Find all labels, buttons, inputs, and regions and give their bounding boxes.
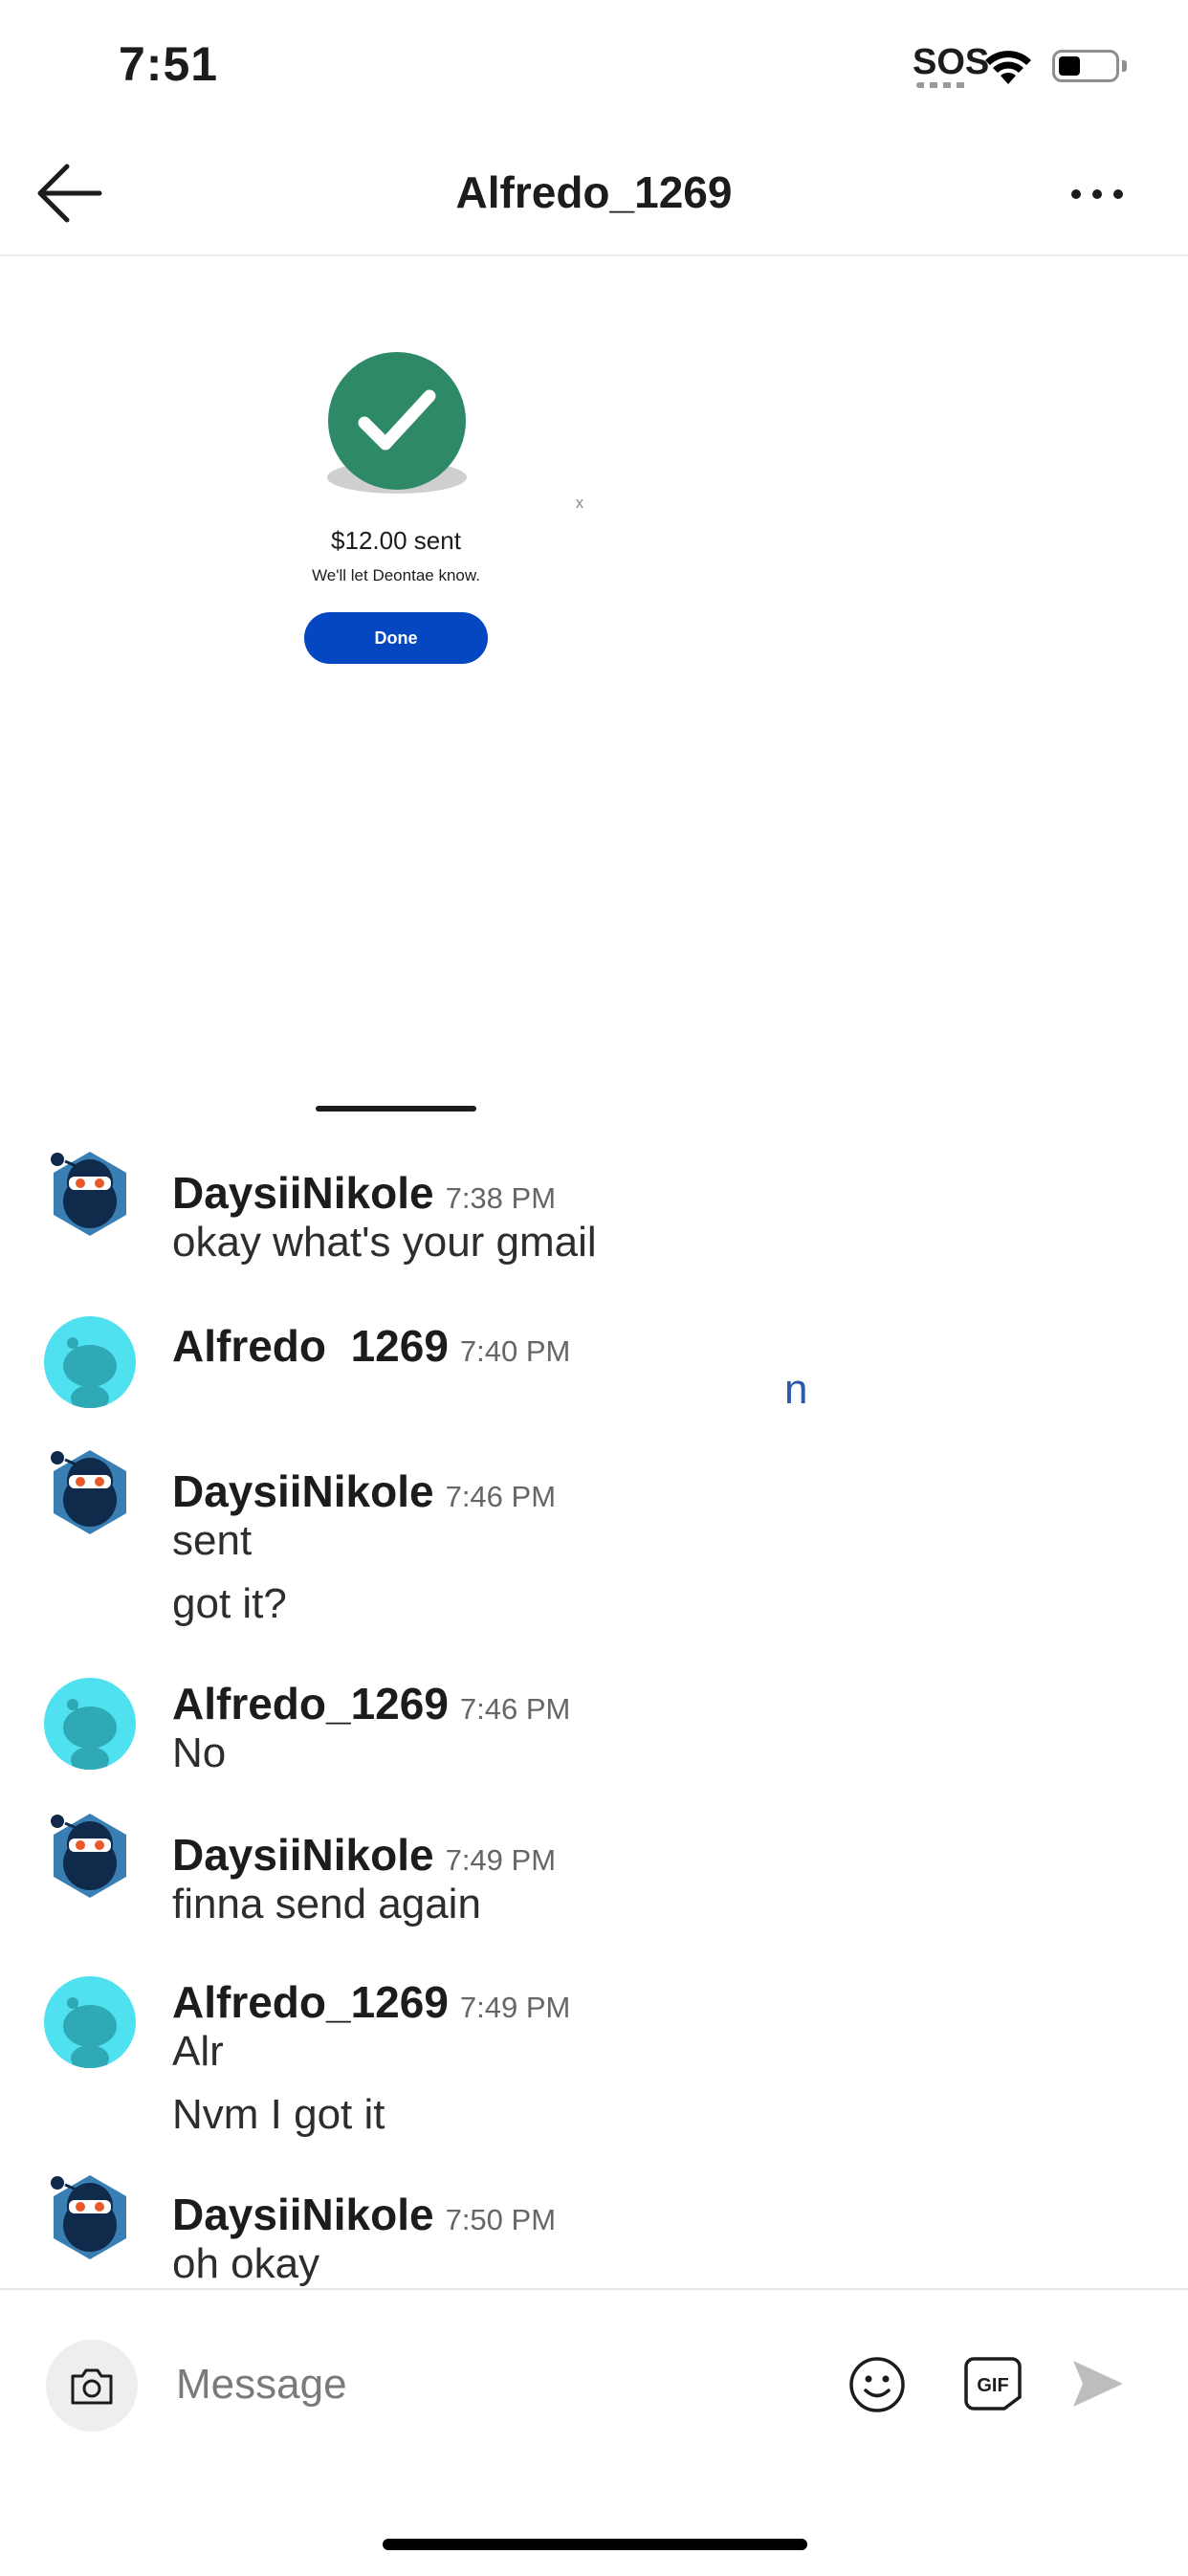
message-time: 7:49 PM [445, 1843, 557, 1877]
camera-icon [71, 2368, 113, 2405]
message-time: 7:50 PM [445, 2203, 557, 2236]
signal-dots-icon [916, 82, 966, 88]
sender-name[interactable]: DaysiiNikole 7:49 PM [172, 1829, 556, 1881]
sender-name[interactable]: DaysiiNikole 7:46 PM [172, 1465, 556, 1517]
gif-button[interactable]: GIF [962, 2355, 1023, 2412]
sender-name[interactable]: Alfredo_1269 7:49 PM [172, 1976, 570, 2028]
send-icon[interactable] [1069, 2357, 1127, 2411]
wifi-icon [985, 51, 1031, 84]
message-composer: GIF [0, 2288, 1188, 2576]
message-group: DaysiiNikole 7:50 PM oh okay [0, 2171, 1188, 2288]
snoo-icon[interactable] [44, 1316, 136, 1408]
sender-name[interactable]: DaysiiNikole 7:38 PM [172, 1167, 556, 1219]
sender-name[interactable]: Alfredo_1269 7:46 PM [172, 1678, 570, 1729]
message-time: 7:38 PM [445, 1181, 557, 1215]
sender-name[interactable]: DaysiiNikole 7:50 PM [172, 2189, 556, 2240]
message-text: got it? [172, 1580, 287, 1627]
message-text: oh okay [172, 2240, 320, 2287]
message-text: okay what's your gmail [172, 1219, 597, 1266]
message-text: Alr [172, 2028, 224, 2075]
message-time: 7:46 PM [459, 1692, 571, 1726]
snoo-icon[interactable] [44, 1678, 136, 1770]
message-text: No [172, 1729, 227, 1776]
emoji-icon[interactable] [847, 2355, 907, 2414]
sos-indicator: SOS [913, 42, 990, 82]
ninja-snoo-icon[interactable] [44, 1148, 136, 1240]
payment-screenshot-image[interactable]: ˣ $12.00 sent We'll let Deontae know. Do… [0, 256, 1188, 1117]
checkmark-icon [328, 352, 466, 490]
ninja-snoo-icon[interactable] [44, 2171, 136, 2263]
gif-icon: GIF [964, 2357, 1022, 2411]
message-time: 7:49 PM [459, 1991, 571, 2024]
snoo-icon[interactable] [44, 1976, 136, 2068]
sender-name[interactable]: Alfredo_1269 7:40 PM [172, 1320, 570, 1364]
message-text: Nvm I got it [172, 2091, 385, 2138]
done-button: Done [304, 612, 488, 664]
battery-icon [1052, 50, 1119, 82]
status-bar: 7:51 SOS [0, 0, 1188, 134]
chat-title: Alfredo_1269 [455, 167, 733, 217]
message-time: 7:46 PM [445, 1480, 557, 1513]
gif-label: GIF [977, 2375, 1008, 2396]
ninja-snoo-icon[interactable] [44, 1810, 136, 1902]
camera-button[interactable] [46, 2340, 138, 2432]
payment-amount: $12.00 sent [331, 526, 461, 555]
ninja-snoo-icon[interactable] [44, 1446, 136, 1538]
message-time: 7:40 PM [459, 1334, 571, 1364]
image-divider-bar [316, 1106, 476, 1112]
payment-note: We'll let Deontae know. [312, 566, 480, 584]
message-text-redacted: n [784, 1366, 808, 1413]
status-time: 7:51 [119, 37, 219, 91]
message-text: finna send again [172, 1881, 481, 1927]
home-indicator [383, 2539, 807, 2550]
message-text: sent [172, 1517, 253, 1564]
cropped-mark: ˣ [576, 494, 583, 519]
message-input[interactable] [174, 2349, 790, 2420]
chat-header: Alfredo_1269 [0, 134, 1188, 256]
more-options-icon[interactable] [1060, 168, 1136, 216]
battery-cap [1122, 60, 1127, 72]
